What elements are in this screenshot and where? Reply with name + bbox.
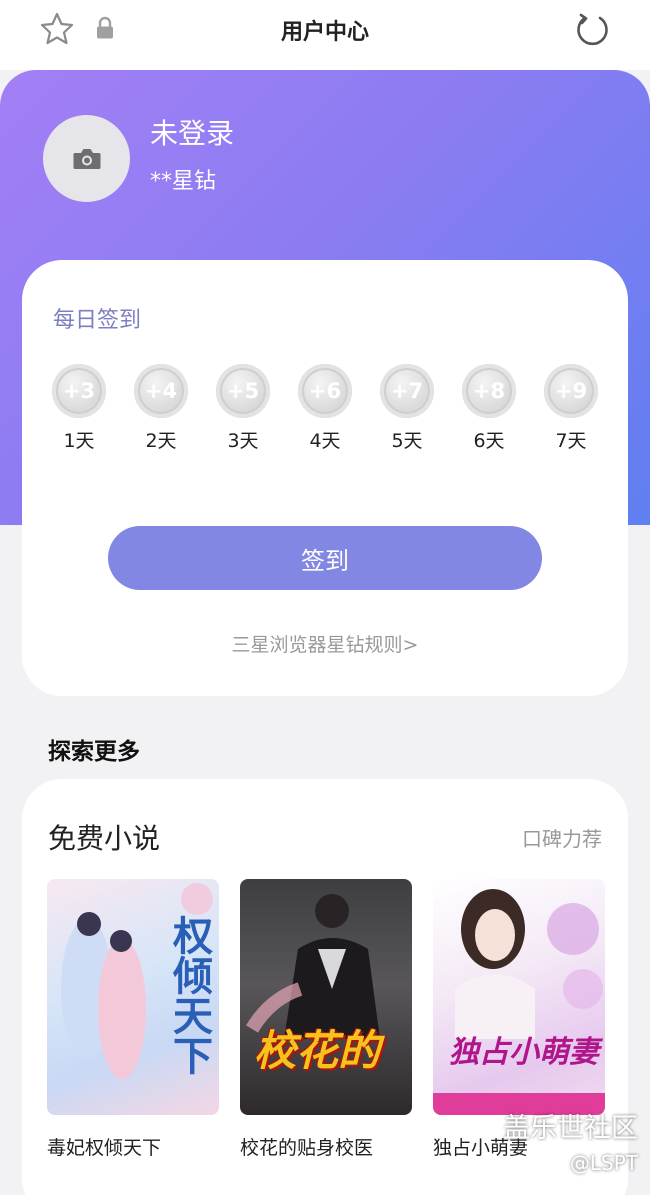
watermark-text: 盖乐世社区 xyxy=(503,1113,638,1144)
checkin-card: 每日签到 +3 1天 +4 2天 +5 3天 +6 4天 +7 5天 +8 6天… xyxy=(22,260,628,696)
coin-icon: +8 xyxy=(462,364,516,418)
free-novels-title: 免费小说 xyxy=(48,822,161,855)
community-watermark: 盖乐世社区 @LSPT xyxy=(503,1106,638,1175)
cover-title: 独占小萌妻 xyxy=(449,1035,599,1070)
cover-title: 权倾天下 xyxy=(166,915,212,1075)
checkin-day: +6 4天 xyxy=(295,364,355,453)
checkin-title: 每日签到 xyxy=(53,308,142,333)
book-title[interactable]: 毒妃权倾天下 xyxy=(47,1133,219,1160)
checkin-day: +5 3天 xyxy=(213,364,273,453)
day-label: 4天 xyxy=(309,430,341,452)
checkin-day: +9 7天 xyxy=(541,364,601,453)
day-label: 6天 xyxy=(473,430,505,452)
explore-section-title: 探索更多 xyxy=(48,739,140,765)
day-label: 2天 xyxy=(145,430,177,452)
coin-icon: +9 xyxy=(544,364,598,418)
checkin-day: +3 1天 xyxy=(49,364,109,453)
book-cover[interactable]: 权倾天下 xyxy=(47,879,219,1115)
page-title: 用户中心 xyxy=(280,20,369,45)
avatar[interactable] xyxy=(43,115,130,202)
day-label: 1天 xyxy=(63,430,95,452)
star-rules-link[interactable]: 三星浏览器星钻规则> xyxy=(22,630,628,657)
coin-icon: +3 xyxy=(52,364,106,418)
book-item[interactable]: 校花的 校花的贴身校医 xyxy=(240,879,412,1160)
day-label: 5天 xyxy=(391,430,423,452)
user-name[interactable]: 未登录 xyxy=(150,112,234,152)
top-bar: 用户中心 xyxy=(0,0,650,70)
book-item[interactable]: 权倾天下 毒妃权倾天下 xyxy=(47,879,219,1160)
book-title[interactable]: 校花的贴身校医 xyxy=(240,1133,412,1160)
day-label: 3天 xyxy=(227,430,259,452)
checkin-day: +7 5天 xyxy=(377,364,437,453)
camera-icon xyxy=(73,148,100,169)
coin-icon: +5 xyxy=(216,364,270,418)
watermark-handle: @LSPT xyxy=(569,1151,638,1175)
cover-title: 校花的 xyxy=(254,1026,381,1075)
coin-icon: +6 xyxy=(298,364,352,418)
coin-icon: +4 xyxy=(134,364,188,418)
checkin-button[interactable]: 签到 xyxy=(108,526,542,590)
refresh-icon[interactable] xyxy=(573,10,613,50)
user-star-balance: **星钻 xyxy=(150,169,217,194)
checkin-day: +4 2天 xyxy=(131,364,191,453)
day-label: 7天 xyxy=(555,430,587,452)
checkin-day: +8 6天 xyxy=(459,364,519,453)
coin-icon: +7 xyxy=(380,364,434,418)
book-cover[interactable]: 独占小萌妻 xyxy=(433,879,605,1115)
recommended-link[interactable]: 口碑力荐 xyxy=(522,823,602,852)
book-cover[interactable]: 校花的 xyxy=(240,879,412,1115)
